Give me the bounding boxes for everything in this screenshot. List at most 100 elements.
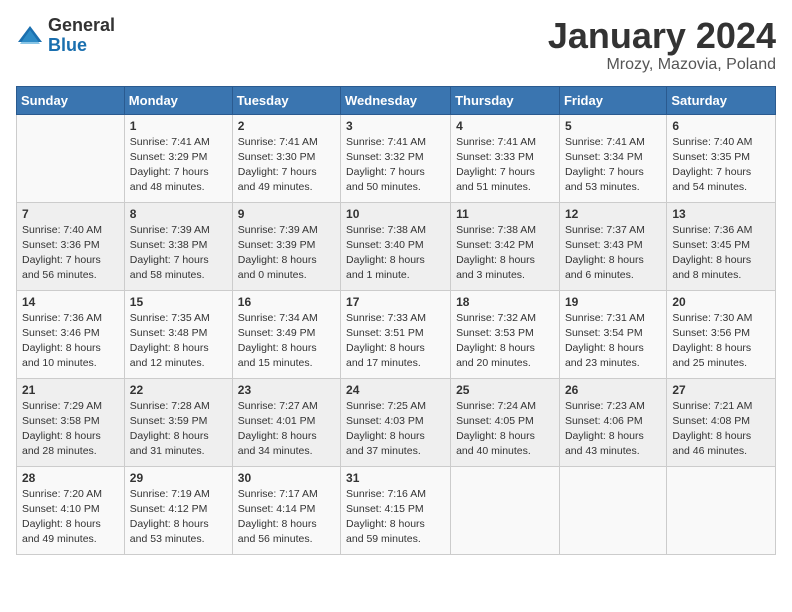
day-info: Sunrise: 7:41 AM Sunset: 3:33 PM Dayligh… bbox=[456, 135, 554, 196]
day-info: Sunrise: 7:29 AM Sunset: 3:58 PM Dayligh… bbox=[22, 399, 119, 460]
calendar-cell: 31 Sunrise: 7:16 AM Sunset: 4:15 PM Dayli… bbox=[341, 466, 451, 554]
day-number: 13 bbox=[672, 207, 770, 221]
logo-general: General bbox=[48, 16, 115, 36]
calendar-cell: 3Sunrise: 7:41 AM Sunset: 3:32 PM Daylig… bbox=[341, 114, 451, 202]
day-info: Sunrise: 7:39 AM Sunset: 3:39 PM Dayligh… bbox=[238, 223, 335, 284]
calendar-cell: 17Sunrise: 7:33 AM Sunset: 3:51 PM Dayli… bbox=[341, 290, 451, 378]
calendar-cell: 10 Sunrise: 7:38 AM Sunset: 3:40 PM Dayli… bbox=[341, 202, 451, 290]
day-number: 22 bbox=[130, 383, 227, 397]
calendar-cell: 30Sunrise: 7:17 AM Sunset: 4:14 PM Dayli… bbox=[232, 466, 340, 554]
calendar-cell: 18 Sunrise: 7:32 AM Sunset: 3:53 PM Dayli… bbox=[451, 290, 560, 378]
day-info: Sunrise: 7:36 AM Sunset: 3:46 PM Dayligh… bbox=[22, 311, 119, 372]
day-info: Sunrise: 7:41 AM Sunset: 3:30 PM Dayligh… bbox=[238, 135, 335, 196]
header-saturday: Saturday bbox=[667, 86, 776, 114]
calendar-week-row: 21 Sunrise: 7:29 AM Sunset: 3:58 PM Dayli… bbox=[17, 378, 776, 466]
header-friday: Friday bbox=[559, 86, 666, 114]
day-info: Sunrise: 7:39 AM Sunset: 3:38 PM Dayligh… bbox=[130, 223, 227, 284]
day-number: 19 bbox=[565, 295, 661, 309]
day-info: Sunrise: 7:40 AM Sunset: 3:35 PM Dayligh… bbox=[672, 135, 770, 196]
calendar-cell: 14 Sunrise: 7:36 AM Sunset: 3:46 PM Dayli… bbox=[17, 290, 125, 378]
day-info: Sunrise: 7:16 AM Sunset: 4:15 PM Dayligh… bbox=[346, 487, 445, 548]
calendar-cell bbox=[559, 466, 666, 554]
calendar-cell: 29 Sunrise: 7:19 AM Sunset: 4:12 PM Dayli… bbox=[124, 466, 232, 554]
calendar-cell: 21 Sunrise: 7:29 AM Sunset: 3:58 PM Dayli… bbox=[17, 378, 125, 466]
calendar-cell: 6 Sunrise: 7:40 AM Sunset: 3:35 PM Daylig… bbox=[667, 114, 776, 202]
header-wednesday: Wednesday bbox=[341, 86, 451, 114]
day-number: 11 bbox=[456, 207, 554, 221]
calendar-cell: 23 Sunrise: 7:27 AM Sunset: 4:01 PM Dayli… bbox=[232, 378, 340, 466]
day-number: 10 bbox=[346, 207, 445, 221]
day-number: 28 bbox=[22, 471, 119, 485]
day-info: Sunrise: 7:19 AM Sunset: 4:12 PM Dayligh… bbox=[130, 487, 227, 548]
day-info: Sunrise: 7:24 AM Sunset: 4:05 PM Dayligh… bbox=[456, 399, 554, 460]
calendar-cell: 11 Sunrise: 7:38 AM Sunset: 3:42 PM Dayli… bbox=[451, 202, 560, 290]
calendar-cell: 9 Sunrise: 7:39 AM Sunset: 3:39 PM Daylig… bbox=[232, 202, 340, 290]
day-info: Sunrise: 7:36 AM Sunset: 3:45 PM Dayligh… bbox=[672, 223, 770, 284]
calendar-cell: 4 Sunrise: 7:41 AM Sunset: 3:33 PM Daylig… bbox=[451, 114, 560, 202]
calendar-table: SundayMondayTuesdayWednesdayThursdayFrid… bbox=[16, 86, 776, 555]
day-number: 2 bbox=[238, 119, 335, 133]
day-number: 29 bbox=[130, 471, 227, 485]
day-number: 20 bbox=[672, 295, 770, 309]
day-number: 23 bbox=[238, 383, 335, 397]
day-info: Sunrise: 7:23 AM Sunset: 4:06 PM Dayligh… bbox=[565, 399, 661, 460]
calendar-cell: 8 Sunrise: 7:39 AM Sunset: 3:38 PM Daylig… bbox=[124, 202, 232, 290]
day-info: Sunrise: 7:27 AM Sunset: 4:01 PM Dayligh… bbox=[238, 399, 335, 460]
logo: General Blue bbox=[16, 16, 115, 56]
calendar-cell: 15 Sunrise: 7:35 AM Sunset: 3:48 PM Dayli… bbox=[124, 290, 232, 378]
calendar-cell: 28 Sunrise: 7:20 AM Sunset: 4:10 PM Dayli… bbox=[17, 466, 125, 554]
calendar-cell: 1 Sunrise: 7:41 AM Sunset: 3:29 PM Daylig… bbox=[124, 114, 232, 202]
day-number: 6 bbox=[672, 119, 770, 133]
calendar-header-row: SundayMondayTuesdayWednesdayThursdayFrid… bbox=[17, 86, 776, 114]
day-number: 16 bbox=[238, 295, 335, 309]
day-info: Sunrise: 7:31 AM Sunset: 3:54 PM Dayligh… bbox=[565, 311, 661, 372]
day-number: 7 bbox=[22, 207, 119, 221]
day-info: Sunrise: 7:40 AM Sunset: 3:36 PM Dayligh… bbox=[22, 223, 119, 284]
day-number: 30 bbox=[238, 471, 335, 485]
calendar-cell bbox=[451, 466, 560, 554]
calendar-week-row: 1 Sunrise: 7:41 AM Sunset: 3:29 PM Daylig… bbox=[17, 114, 776, 202]
day-number: 24 bbox=[346, 383, 445, 397]
calendar-cell: 19 Sunrise: 7:31 AM Sunset: 3:54 PM Dayli… bbox=[559, 290, 666, 378]
location: Mrozy, Mazovia, Poland bbox=[548, 56, 776, 74]
calendar-cell: 7 Sunrise: 7:40 AM Sunset: 3:36 PM Daylig… bbox=[17, 202, 125, 290]
day-number: 5 bbox=[565, 119, 661, 133]
header-tuesday: Tuesday bbox=[232, 86, 340, 114]
day-info: Sunrise: 7:35 AM Sunset: 3:48 PM Dayligh… bbox=[130, 311, 227, 372]
day-info: Sunrise: 7:38 AM Sunset: 3:42 PM Dayligh… bbox=[456, 223, 554, 284]
calendar-week-row: 28 Sunrise: 7:20 AM Sunset: 4:10 PM Dayli… bbox=[17, 466, 776, 554]
day-number: 15 bbox=[130, 295, 227, 309]
page-header: General Blue January 2024 Mrozy, Mazovia… bbox=[16, 16, 776, 74]
calendar-cell: 16Sunrise: 7:34 AM Sunset: 3:49 PM Dayli… bbox=[232, 290, 340, 378]
day-info: Sunrise: 7:41 AM Sunset: 3:32 PM Dayligh… bbox=[346, 135, 445, 196]
day-number: 14 bbox=[22, 295, 119, 309]
day-number: 9 bbox=[238, 207, 335, 221]
day-info: Sunrise: 7:37 AM Sunset: 3:43 PM Dayligh… bbox=[565, 223, 661, 284]
day-info: Sunrise: 7:30 AM Sunset: 3:56 PM Dayligh… bbox=[672, 311, 770, 372]
day-number: 31 bbox=[346, 471, 445, 485]
day-info: Sunrise: 7:41 AM Sunset: 3:34 PM Dayligh… bbox=[565, 135, 661, 196]
calendar-cell bbox=[17, 114, 125, 202]
day-info: Sunrise: 7:28 AM Sunset: 3:59 PM Dayligh… bbox=[130, 399, 227, 460]
day-number: 1 bbox=[130, 119, 227, 133]
header-sunday: Sunday bbox=[17, 86, 125, 114]
day-info: Sunrise: 7:38 AM Sunset: 3:40 PM Dayligh… bbox=[346, 223, 445, 284]
day-number: 27 bbox=[672, 383, 770, 397]
day-info: Sunrise: 7:21 AM Sunset: 4:08 PM Dayligh… bbox=[672, 399, 770, 460]
calendar-cell: 20 Sunrise: 7:30 AM Sunset: 3:56 PM Dayli… bbox=[667, 290, 776, 378]
day-info: Sunrise: 7:20 AM Sunset: 4:10 PM Dayligh… bbox=[22, 487, 119, 548]
calendar-cell: 25Sunrise: 7:24 AM Sunset: 4:05 PM Dayli… bbox=[451, 378, 560, 466]
day-number: 8 bbox=[130, 207, 227, 221]
calendar-cell: 5 Sunrise: 7:41 AM Sunset: 3:34 PM Daylig… bbox=[559, 114, 666, 202]
day-info: Sunrise: 7:32 AM Sunset: 3:53 PM Dayligh… bbox=[456, 311, 554, 372]
day-number: 21 bbox=[22, 383, 119, 397]
day-number: 4 bbox=[456, 119, 554, 133]
logo-blue: Blue bbox=[48, 36, 115, 56]
logo-icon bbox=[16, 22, 44, 50]
day-info: Sunrise: 7:41 AM Sunset: 3:29 PM Dayligh… bbox=[130, 135, 227, 196]
day-number: 26 bbox=[565, 383, 661, 397]
logo-text: General Blue bbox=[48, 16, 115, 56]
day-number: 18 bbox=[456, 295, 554, 309]
calendar-cell bbox=[667, 466, 776, 554]
calendar-cell: 26 Sunrise: 7:23 AM Sunset: 4:06 PM Dayli… bbox=[559, 378, 666, 466]
